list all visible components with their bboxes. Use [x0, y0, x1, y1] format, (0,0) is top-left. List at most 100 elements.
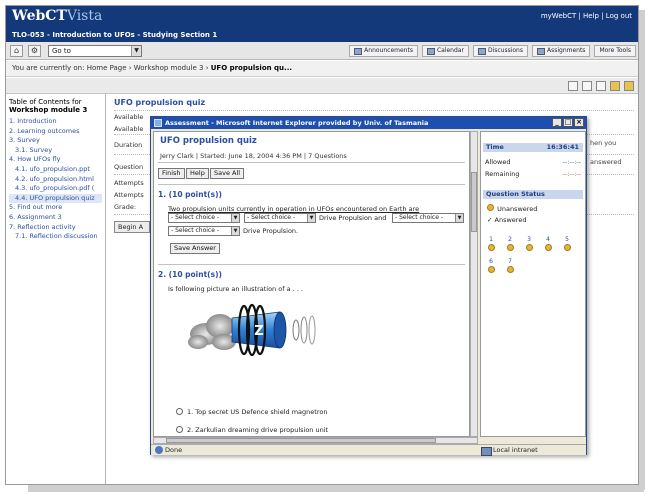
toc-item[interactable]: 1. Introduction [9, 117, 102, 127]
settings-icon[interactable] [596, 81, 606, 91]
summary-label: Duration [114, 141, 143, 149]
scrollbar-thumb[interactable] [166, 438, 436, 443]
toc-item[interactable]: 7. Reflection activity [9, 223, 102, 233]
refresh-icon[interactable] [568, 81, 578, 91]
summary-label: Attempts [114, 191, 144, 199]
question-status-item[interactable]: 5 [562, 236, 572, 251]
begin-attempt-button[interactable]: Begin A [114, 221, 150, 233]
finish-button[interactable]: Finish [158, 168, 185, 179]
window-controls: _ □ × [552, 118, 584, 127]
time-value: 16:36:41 [546, 143, 579, 151]
question-status-item[interactable]: 4 [543, 236, 553, 251]
question-1-select-2[interactable]: - Select choice - ▼ [244, 213, 316, 223]
toc-item[interactable]: 4.1. ufo_propulsion.ppt [9, 165, 102, 175]
tab-assignments[interactable]: Assignments [531, 45, 591, 57]
divider [158, 184, 465, 185]
top-links[interactable]: myWebCT | Help | Log out [541, 12, 632, 20]
question-status-item[interactable]: 1 [486, 236, 496, 251]
quiz-title: UFO propulsion quiz [160, 136, 257, 146]
tab-calendar[interactable]: Calendar [421, 45, 469, 57]
question-1-text-mid: Drive Propulsion and [319, 214, 387, 222]
question-1-select-1[interactable]: - Select choice - ▼ [168, 213, 240, 223]
page-shadow-bottom [28, 484, 644, 492]
toc-item[interactable]: 6. Assignment 3 [9, 213, 102, 223]
chevron-down-icon: ▼ [307, 214, 315, 222]
close-button[interactable]: × [574, 118, 584, 127]
scrollbar-thumb[interactable] [471, 172, 477, 232]
tools-icon[interactable]: ⚙ [28, 45, 41, 57]
toc-title: Table of Contents for Workshop module 3 [9, 98, 88, 114]
unanswered-dot-icon [487, 244, 495, 251]
discussions-icon [477, 47, 486, 55]
unanswered-dot-icon [506, 244, 514, 251]
divider [158, 162, 465, 163]
ie-icon [154, 119, 162, 127]
summary-label: Attempts [114, 179, 144, 187]
minimize-button[interactable]: _ [552, 118, 562, 127]
unanswered-dot-icon [506, 266, 514, 273]
allowed-row: Allowed --:--:-- [485, 158, 581, 166]
question-status-item[interactable]: 3 [524, 236, 534, 251]
chevron-down-icon: ▼ [455, 214, 463, 222]
chevron-down-icon: ▼ [131, 46, 141, 56]
calendar-icon [426, 47, 435, 55]
question-1-select-4[interactable]: - Select choice - ▼ [168, 226, 240, 236]
question-1-heading: 1. (10 point(s)) [158, 190, 222, 199]
print-icon[interactable] [582, 81, 592, 91]
question-pane: UFO propulsion quiz Jerry Clark | Starte… [153, 131, 470, 437]
ufo-drive-illustration: Z [188, 303, 316, 357]
sub-toolbar [6, 78, 638, 94]
question-status-item[interactable]: 7 [505, 258, 515, 273]
quiz-meta: Jerry Clark | Started: June 18, 2004 4:3… [160, 152, 347, 160]
webct-header: WebCTVista myWebCT | Help | Log out TLO-… [6, 6, 638, 42]
question-2-heading: 2. (10 point(s)) [158, 270, 222, 279]
maximize-button[interactable]: □ [563, 118, 573, 127]
divider [114, 110, 634, 111]
divider [158, 264, 465, 265]
help-button[interactable]: Help [186, 168, 209, 179]
toc-item[interactable]: 4.2. ufo_propulsion.html [9, 175, 102, 185]
toc-item[interactable]: 5. Find out more [9, 203, 102, 213]
summary-label: Available [114, 125, 144, 133]
toc-item[interactable]: 2. Learning outcomes [9, 127, 102, 137]
question-2-option-1-radio[interactable] [176, 408, 183, 415]
table-of-contents: Table of Contents for Workshop module 3 1… [6, 94, 106, 484]
question-status-item[interactable]: 6 [486, 258, 496, 273]
edit-icon[interactable] [624, 81, 634, 91]
save-all-button[interactable]: Save All [210, 168, 245, 179]
save-answer-button[interactable]: Save Answer [170, 243, 220, 254]
summary-label: Available [114, 113, 144, 121]
quiz-summary-title: UFO propulsion quiz [114, 98, 206, 107]
legend-answered: ✓ Answered [487, 216, 527, 224]
breadcrumb-current: UFO propulsion qu... [210, 64, 293, 72]
toc-item[interactable]: 7.1. Reflection discussion [9, 232, 102, 242]
question-2-option-2: 2. Zarkulian dreaming drive propulsion u… [187, 426, 329, 434]
sub-toolbar-icons [568, 81, 634, 91]
status-done: Done [155, 445, 182, 455]
question-2-option-2-radio[interactable] [176, 426, 183, 433]
question-1-stem: Two propulsion units currently in operat… [168, 205, 420, 213]
folder-icon[interactable] [610, 81, 620, 91]
question-1-select-3[interactable]: - Select choice - ▼ [392, 213, 464, 223]
toc-item[interactable]: 4.3. ufo_propulsion.pdf ( [9, 184, 102, 194]
summary-label: Question [114, 163, 144, 171]
tab-discussions[interactable]: Discussions [472, 45, 528, 57]
toc-item[interactable]: 4. How UFOs fly [9, 155, 102, 165]
breadcrumb: You are currently on: Home Page › Worksh… [6, 61, 638, 77]
toc-item[interactable]: 3.1. Survey [9, 146, 102, 156]
vertical-scrollbar[interactable] [470, 131, 478, 437]
home-icon[interactable]: ⌂ [10, 45, 23, 57]
nav-tabs: Announcements Calendar Discussions Assig… [349, 45, 636, 57]
toc-item-current[interactable]: 4.4. UFO propulsion quiz [9, 193, 102, 204]
illustration-letter: Z [254, 324, 263, 339]
tab-announcements[interactable]: Announcements [349, 45, 418, 57]
question-status-item[interactable]: 2 [505, 236, 515, 251]
toc-item[interactable]: 3. Survey [9, 136, 102, 146]
goto-select[interactable]: Go to ▼ [48, 45, 142, 57]
legend-unanswered: Unanswered [487, 204, 537, 213]
horizontal-scrollbar[interactable] [153, 437, 478, 444]
tab-more-tools[interactable]: More Tools [594, 45, 636, 57]
announcements-icon [354, 47, 363, 55]
webct-logo: WebCTVista [12, 8, 103, 24]
window-titlebar[interactable]: Assessment - Microsoft Internet Explorer… [151, 117, 586, 129]
